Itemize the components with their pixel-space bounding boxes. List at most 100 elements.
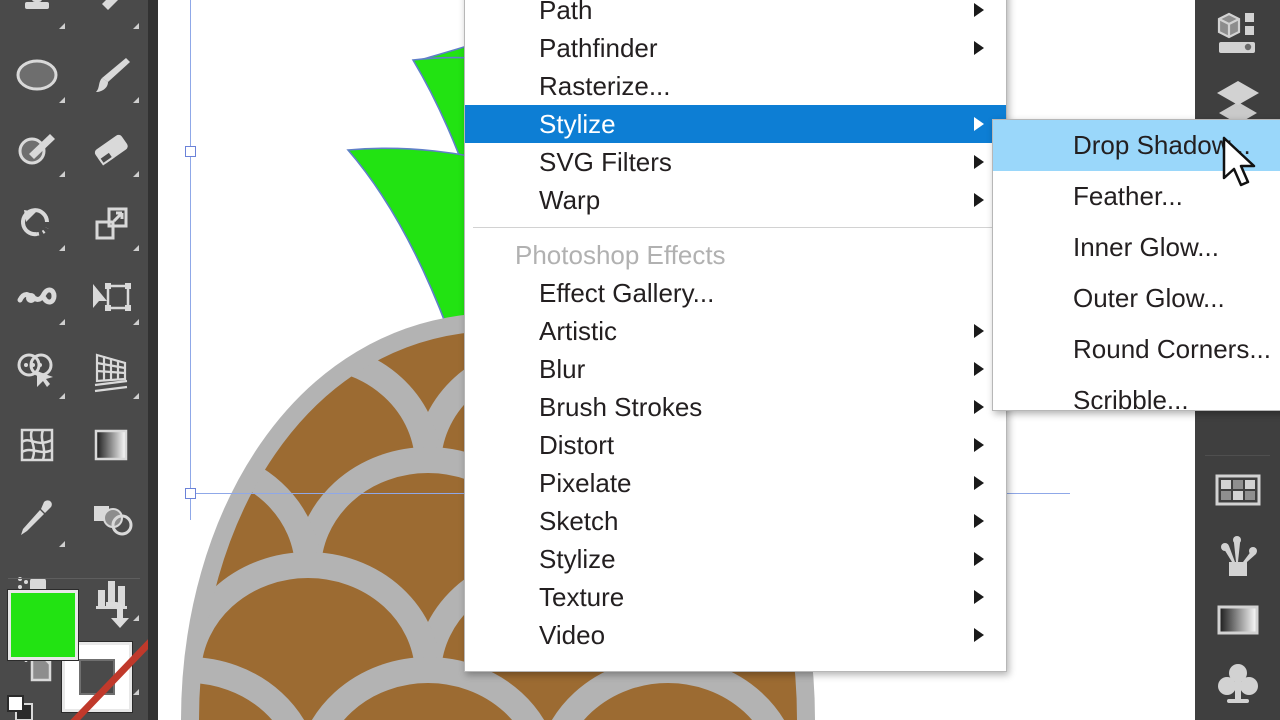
submenu-arrow-icon [974, 552, 984, 566]
gradient-tool-icon[interactable] [74, 408, 148, 482]
3d-and-materials-icon[interactable] [1195, 2, 1280, 62]
menu-item-path[interactable]: Path [465, 0, 1006, 29]
submenu-arrow-icon [974, 3, 984, 17]
menu-item-effect-gallery[interactable]: Effect Gallery... [465, 274, 1006, 312]
perspective-grid-tool-icon[interactable] [74, 334, 148, 408]
tool-flyout-triangle[interactable] [133, 245, 139, 251]
shaper-tool-icon[interactable] [0, 112, 74, 186]
tool-flyout-triangle[interactable] [133, 393, 139, 399]
fill-swatch[interactable] [8, 590, 78, 660]
menu-item-label: Rasterize... [539, 71, 671, 101]
selection-anchor-bottom-left[interactable] [185, 488, 196, 499]
submenu-arrow-icon [974, 476, 984, 490]
menu-item-texture[interactable]: Texture [465, 578, 1006, 616]
menu-item-label: Pathfinder [539, 33, 658, 63]
menu-section-header: Photoshop Effects [465, 236, 1006, 274]
submenu-item-inner-glow[interactable]: Inner Glow... [993, 222, 1280, 273]
gradient-icon[interactable] [1195, 590, 1280, 650]
submenu-item-drop-shadow[interactable]: Drop Shadow... [993, 120, 1280, 171]
menu-item-artistic[interactable]: Artistic [465, 312, 1006, 350]
toolbar-divider [8, 578, 140, 579]
tool-flyout-triangle[interactable] [59, 23, 65, 29]
menu-item-label: SVG Filters [539, 147, 672, 177]
submenu-arrow-icon [974, 41, 984, 55]
menu-item-rasterize[interactable]: Rasterize... [465, 67, 1006, 105]
tool-flyout-triangle[interactable] [59, 393, 65, 399]
blob-brush-tool-icon[interactable] [0, 38, 74, 112]
tool-flyout-triangle[interactable] [59, 319, 65, 325]
tool-flyout-triangle[interactable] [59, 171, 65, 177]
symbols-icon[interactable] [1195, 655, 1280, 715]
menu-item-label: Photoshop Effects [515, 240, 726, 270]
free-transform-tool-icon[interactable] [74, 260, 148, 334]
submenu-item-label: Round Corners... [1073, 334, 1271, 364]
paintbrush-tool-icon[interactable] [74, 38, 148, 112]
tools-panel[interactable] [0, 0, 156, 720]
tool-flyout-triangle[interactable] [133, 97, 139, 103]
submenu-item-label: Outer Glow... [1073, 283, 1225, 313]
tool-flyout-triangle[interactable] [133, 319, 139, 325]
blend-tool-icon[interactable] [74, 482, 148, 556]
menu-item-warp[interactable]: Warp [465, 181, 1006, 219]
submenu-arrow-icon [974, 117, 984, 131]
tool-flyout-triangle[interactable] [59, 245, 65, 251]
toolbar-edge [148, 0, 158, 720]
default-fill-stroke-icon[interactable] [4, 692, 40, 720]
eraser-tool-icon[interactable] [74, 112, 148, 186]
swatches-icon[interactable] [1195, 460, 1280, 520]
submenu-arrow-icon [974, 193, 984, 207]
submenu-item-outer-glow[interactable]: Outer Glow... [993, 273, 1280, 324]
submenu-arrow-icon [974, 438, 984, 452]
submenu-item-label: Drop Shadow... [1073, 130, 1251, 160]
submenu-arrow-icon [974, 514, 984, 528]
menu-item-stylize[interactable]: Stylize [465, 540, 1006, 578]
submenu-arrow-icon [974, 590, 984, 604]
menu-item-pathfinder[interactable]: Pathfinder [465, 29, 1006, 67]
submenu-item-label: Inner Glow... [1073, 232, 1219, 262]
submenu-item-label: Feather... [1073, 181, 1183, 211]
menu-item-label: Sketch [539, 506, 619, 536]
menu-item-label: Warp [539, 185, 601, 215]
tool-flyout-triangle[interactable] [133, 171, 139, 177]
tool-flyout-triangle[interactable] [59, 97, 65, 103]
illustrator-window: Path Pathfinder Rasterize... Stylize SVG Fil… [0, 0, 1280, 720]
width-tool-icon[interactable] [0, 260, 74, 334]
menu-item-label: Artistic [539, 316, 617, 346]
shape-builder-tool-icon[interactable] [0, 334, 74, 408]
dock-divider [1205, 455, 1270, 456]
menu-item-distort[interactable]: Distort [465, 426, 1006, 464]
menu-item-label: Brush Strokes [539, 392, 703, 422]
submenu-item-round-corners[interactable]: Round Corners... [993, 324, 1280, 375]
stylize-submenu[interactable]: Drop Shadow... Feather... Inner Glow... Out… [992, 119, 1280, 415]
submenu-arrow-icon [974, 400, 984, 414]
brushes-icon[interactable] [1195, 525, 1280, 585]
menu-item-sketch[interactable]: Sketch [465, 502, 1006, 540]
menu-item-video[interactable]: Video [465, 616, 1006, 654]
rotate-tool-icon[interactable] [0, 186, 74, 260]
menu-item-pixelate[interactable]: Pixelate [465, 464, 1006, 502]
submenu-item-feather[interactable]: Feather... [993, 171, 1280, 222]
effect-menu[interactable]: Path Pathfinder Rasterize... Stylize SVG Fil… [464, 0, 1007, 672]
menu-item-svg-filters[interactable]: SVG Filters [465, 143, 1006, 181]
swap-fill-stroke-icon[interactable] [96, 594, 138, 641]
menu-item-label: Blur [539, 354, 586, 384]
scale-tool-icon[interactable] [74, 186, 148, 260]
submenu-item-scribble[interactable]: Scribble... [993, 375, 1280, 426]
menu-item-brush-strokes[interactable]: Brush Strokes [465, 388, 1006, 426]
menu-item-label: Texture [539, 582, 625, 612]
menu-item-blur[interactable]: Blur [465, 350, 1006, 388]
mesh-tool-icon[interactable] [0, 408, 74, 482]
eyedropper-tool-icon[interactable] [0, 482, 74, 556]
menu-item-stylize[interactable]: Stylize [465, 105, 1006, 143]
submenu-arrow-icon [974, 628, 984, 642]
menu-item-label: Distort [539, 430, 615, 460]
tool-flyout-triangle[interactable] [133, 23, 139, 29]
menu-item-label: Path [539, 0, 593, 25]
stamp-tool-icon[interactable] [0, 0, 74, 38]
menu-item-label: Stylize [539, 109, 616, 139]
menu-item-label: Effect Gallery... [539, 278, 715, 308]
submenu-item-label: Scribble... [1073, 385, 1189, 415]
selection-anchor-middle-left[interactable] [185, 146, 196, 157]
tool-flyout-triangle[interactable] [59, 541, 65, 547]
slice-tool-icon[interactable] [74, 0, 148, 38]
